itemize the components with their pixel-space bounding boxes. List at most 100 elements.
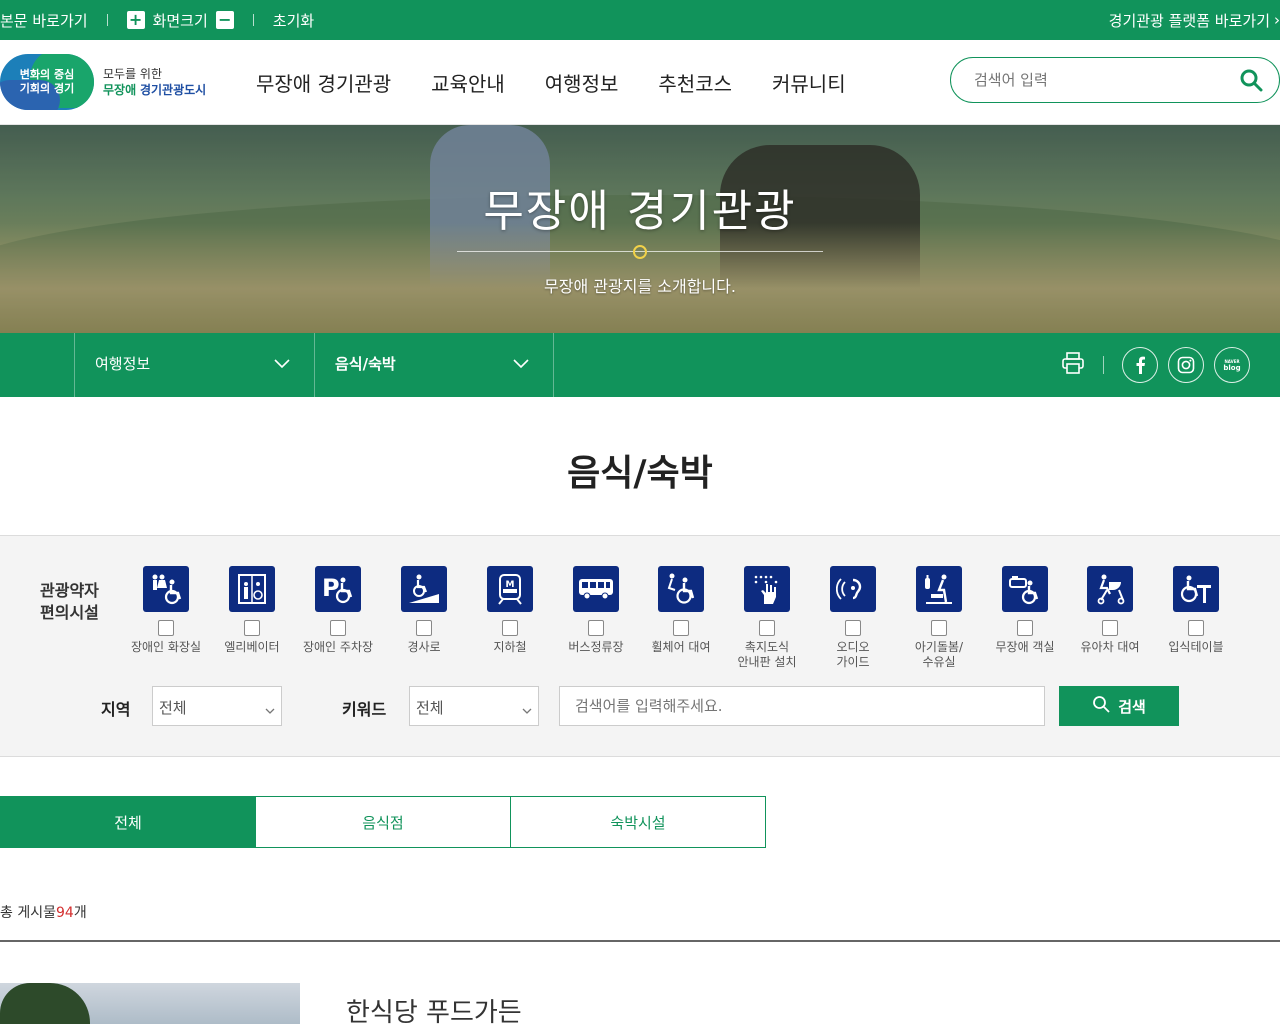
keyword-label: 키워드 (342, 700, 387, 719)
chevron-down-icon (513, 355, 529, 373)
facility-checkbox[interactable] (416, 620, 432, 636)
facility-label: 휠체어 대여 (651, 640, 711, 654)
standing-table-icon (1173, 566, 1219, 612)
facility-option[interactable]: P 장애인 주차장 (295, 566, 381, 655)
facility-checkbox[interactable] (244, 620, 260, 636)
total-count: 총 게시물94개 (0, 902, 87, 922)
keyword-search-input[interactable] (575, 697, 1025, 715)
zoom-in-icon[interactable]: + (126, 11, 145, 29)
list-item-thumbnail[interactable] (0, 983, 300, 1024)
facility-option[interactable]: 장애인 화장실 (123, 566, 209, 655)
facility-option[interactable]: 입식테이블 (1153, 566, 1239, 655)
facility-checkbox[interactable] (502, 620, 518, 636)
hero-subtitle: 무장애 관광지를 소개합니다. (544, 277, 736, 296)
main-nav: 무장애 경기관광 교육안내 여행정보 추천코스 커뮤니티 (256, 40, 846, 125)
share-tools: NAVER blog (1061, 347, 1250, 383)
facility-checkbox[interactable] (931, 620, 947, 636)
facebook-icon[interactable] (1122, 347, 1158, 383)
divider (1103, 356, 1104, 374)
platform-link[interactable]: 경기관광 플랫폼 바로가기 › (1109, 0, 1280, 40)
print-icon[interactable] (1061, 352, 1085, 378)
facility-option[interactable]: 촉지도식 안내판 설치 (724, 566, 810, 670)
divider (252, 14, 254, 26)
header-search-input[interactable] (974, 71, 1224, 89)
accessible-restroom-icon (143, 566, 189, 612)
category-tabs: 전체 음식점 숙박시설 (0, 796, 768, 848)
facility-checkbox[interactable] (673, 620, 689, 636)
tab-all[interactable]: 전체 (0, 796, 256, 848)
total-prefix: 총 게시물 (0, 905, 56, 921)
search-icon (1092, 695, 1110, 717)
facility-option[interactable]: 버스정류장 (553, 566, 639, 655)
hero-banner: 무장애 경기관광 무장애 관광지를 소개합니다. (0, 125, 1280, 333)
facility-checkbox[interactable] (1102, 620, 1118, 636)
facility-label: 지하철 (493, 640, 527, 654)
facility-option[interactable]: 오디오 가이드 (810, 566, 896, 670)
facility-option[interactable]: 엘리베이터 (209, 566, 295, 655)
tactile-map-icon (744, 566, 790, 612)
platform-link-label: 경기관광 플랫폼 바로가기 (1108, 11, 1270, 30)
zoom-label: 화면크기 (152, 11, 208, 30)
location-bar: 여행정보 음식/숙박 NAVER blog (0, 333, 1280, 397)
depth1-dropdown[interactable]: 여행정보 (74, 333, 314, 397)
total-suffix: 개 (73, 905, 87, 921)
chevron-down-icon (265, 701, 275, 719)
facility-label: 장애인 주차장 (302, 640, 374, 654)
facility-checkbox[interactable] (158, 620, 174, 636)
facility-option[interactable]: 유아차 대여 (1067, 566, 1153, 655)
facility-checkbox[interactable] (330, 620, 346, 636)
keyword-select-value: 전체 (416, 699, 444, 717)
logo-tagline: 모두를 위한 무장애 경기관광도시 (103, 66, 206, 98)
logo-tagline-accent: 무장애 (103, 83, 137, 97)
region-label: 지역 (101, 700, 131, 719)
zoom-out-icon[interactable]: − (215, 11, 234, 29)
facility-label: 엘리베이터 (224, 640, 280, 654)
search-button-label: 검색 (1118, 697, 1146, 716)
facility-checkbox[interactable] (845, 620, 861, 636)
facility-option[interactable]: 휠체어 대여 (638, 566, 724, 655)
region-select[interactable]: 전체 (152, 686, 282, 726)
chevron-down-icon (274, 355, 290, 373)
facility-option[interactable]: 무장애 객실 (982, 566, 1068, 655)
facility-label: 아기돌봄/ 수유실 (914, 640, 964, 669)
svg-text:M: M (506, 580, 515, 590)
nav-item-courses[interactable]: 추천코스 (658, 68, 732, 97)
facility-option[interactable]: M 지하철 (467, 566, 553, 655)
tab-accommodation[interactable]: 숙박시설 (510, 796, 766, 848)
search-button[interactable]: 검색 (1059, 686, 1179, 726)
reset-zoom-button[interactable]: 초기화 (273, 10, 314, 31)
nav-item-community[interactable]: 커뮤니티 (772, 68, 846, 97)
facility-checkbox[interactable] (1017, 620, 1033, 636)
logo-tagline-city: 경기관광도시 (139, 83, 207, 97)
bus-stop-icon (573, 566, 619, 612)
search-icon[interactable] (1239, 68, 1263, 96)
logo-badge: 변화의 중심 기회의 경기 (0, 54, 94, 110)
facility-label: 경사로 (407, 640, 441, 654)
instagram-icon[interactable] (1168, 347, 1204, 383)
nursing-room-icon (916, 566, 962, 612)
site-logo[interactable]: 변화의 중심 기회의 경기 모두를 위한 무장애 경기관광도시 (0, 54, 215, 112)
nav-item-barrier-free[interactable]: 무장애 경기관광 (256, 68, 391, 97)
skip-to-content-link[interactable]: 본문 바로가기 (0, 10, 88, 31)
list-item-title[interactable]: 한식당 푸드가든 (346, 992, 522, 1024)
facility-label: 유아차 대여 (1080, 640, 1140, 654)
facility-option[interactable]: 아기돌봄/ 수유실 (896, 566, 982, 670)
facility-checkbox[interactable] (1188, 620, 1204, 636)
zoom-control: + 화면크기 − (126, 10, 234, 31)
facility-checkbox[interactable] (759, 620, 775, 636)
facility-checkbox[interactable] (588, 620, 604, 636)
stroller-rental-icon (1087, 566, 1133, 612)
chevron-down-icon (522, 701, 532, 719)
keyword-select[interactable]: 전체 (409, 686, 539, 726)
facility-filter: 관광약자 편의시설 장애인 화장실 엘리베이터 P 장애인 주차장 경사로 M … (0, 535, 1280, 757)
facility-option[interactable]: 경사로 (381, 566, 467, 655)
tab-restaurants[interactable]: 음식점 (255, 796, 511, 848)
nav-item-travel-info[interactable]: 여행정보 (545, 68, 619, 97)
hero-title: 무장애 경기관광 (483, 186, 797, 237)
chevron-right-icon: › (1274, 11, 1280, 29)
naver-blog-icon[interactable]: NAVER blog (1214, 347, 1250, 383)
svg-text:blog: blog (1223, 364, 1240, 372)
nav-item-education[interactable]: 교육안내 (431, 68, 505, 97)
depth2-dropdown[interactable]: 음식/숙박 (314, 333, 554, 397)
header-search (950, 57, 1280, 103)
